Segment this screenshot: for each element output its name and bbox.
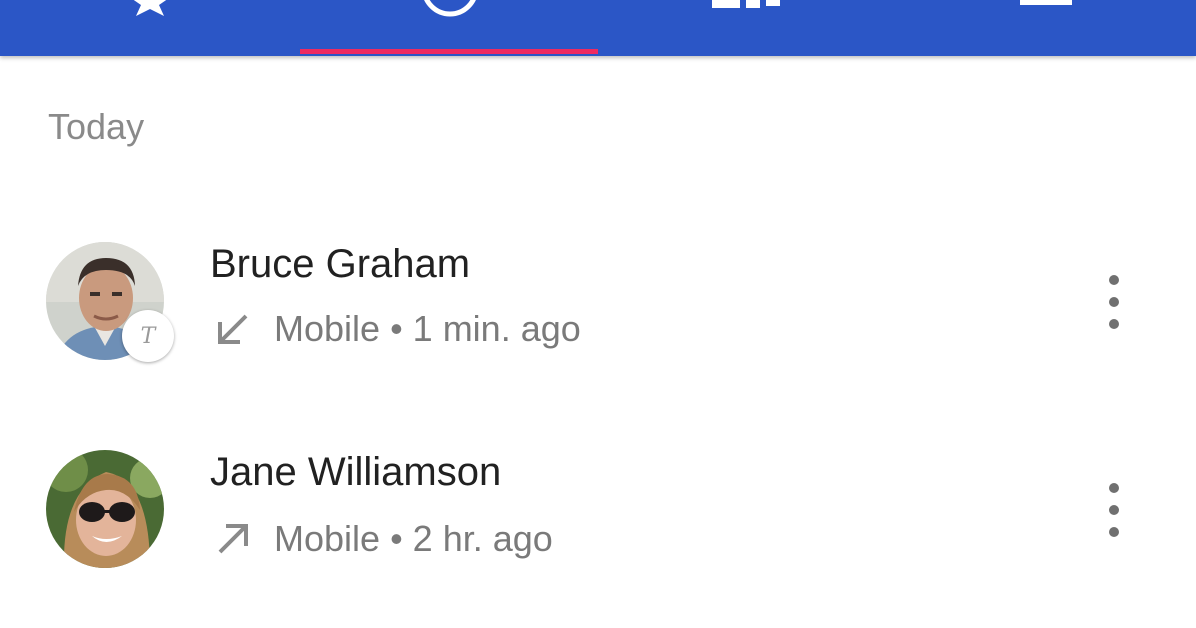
contact-name: Bruce Graham [210, 242, 471, 286]
more-options-icon[interactable] [1100, 272, 1128, 332]
selected-tab-indicator [300, 49, 598, 54]
tab-recents[interactable] [300, 0, 598, 56]
outgoing-arrow-icon [218, 524, 248, 554]
contact-name: Jane Williamson [210, 450, 502, 494]
tab-favorites[interactable] [0, 0, 300, 56]
call-time: 2 hr. ago [412, 518, 553, 559]
incoming-arrow-icon [218, 314, 248, 344]
star-icon [133, 0, 167, 16]
call-details: Mobile • 2 hr. ago [210, 516, 553, 562]
tab-contacts[interactable] [598, 0, 898, 56]
call-log-row[interactable]: Jane Williamson Mobile • 2 hr. ago [0, 432, 1196, 592]
separator-dot: • [390, 518, 403, 559]
call-log-row[interactable]: T Bruce Graham Mobile • 1 min. ago [0, 222, 1196, 382]
contacts-grid-icon [712, 0, 780, 8]
call-time: 1 min. ago [412, 308, 581, 349]
call-details: Mobile • 1 min. ago [210, 306, 581, 352]
avatar[interactable] [46, 450, 164, 568]
app-bar [0, 0, 1196, 56]
transcription-badge: T [122, 310, 174, 362]
voicemail-icon [1020, 0, 1072, 5]
separator-dot: • [390, 308, 403, 349]
clock-icon [424, 0, 476, 17]
call-line-type: Mobile [274, 518, 381, 559]
tab-voicemail[interactable] [898, 0, 1196, 56]
section-header-today: Today [48, 106, 145, 147]
more-options-icon[interactable] [1100, 480, 1128, 540]
call-line-type: Mobile [274, 308, 381, 349]
